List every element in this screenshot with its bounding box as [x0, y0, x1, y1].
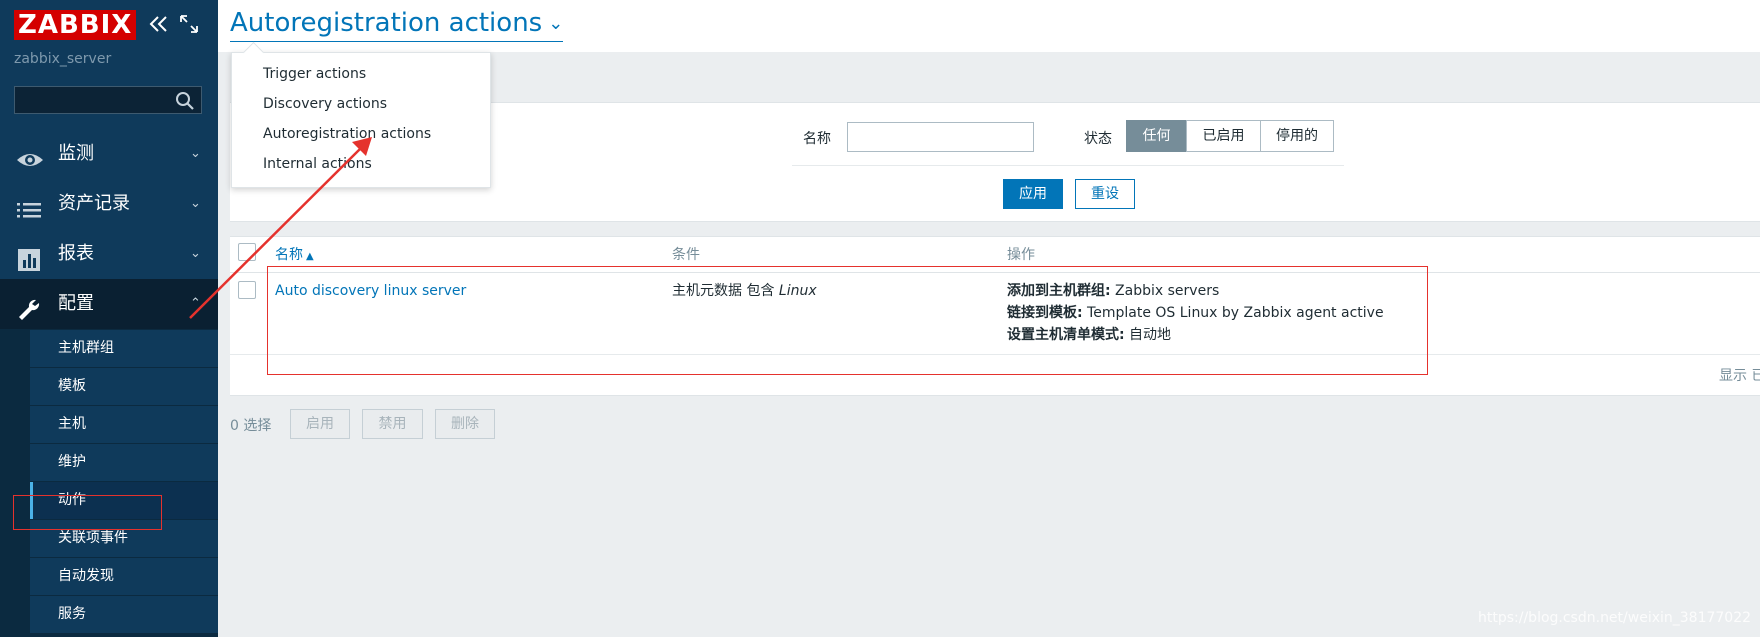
chevron-down-icon[interactable]: ⌄: [548, 9, 563, 39]
wrench-icon: [16, 292, 42, 320]
annotation-box: [267, 266, 1428, 375]
server-name: zabbix_server: [14, 51, 112, 67]
submenu-host-groups[interactable]: 主机群组: [30, 330, 218, 368]
dropdown-item-trigger-actions[interactable]: Trigger actions: [263, 66, 366, 82]
filter-name-label: 名称: [803, 131, 831, 147]
menu-monitoring[interactable]: 监测 ⌄: [0, 129, 218, 179]
column-header-name-label[interactable]: 名称: [275, 247, 303, 263]
bulk-enable-button[interactable]: 启用: [290, 409, 350, 439]
selected-count: 0 选择: [230, 418, 272, 434]
sort-asc-icon: ▲: [306, 251, 314, 262]
status-any-option[interactable]: 任何: [1126, 120, 1187, 152]
zabbix-logo[interactable]: ZABBIX: [14, 10, 137, 40]
dropdown-item-internal-actions[interactable]: Internal actions: [263, 156, 372, 172]
menu-configuration[interactable]: 配置 ⌃: [0, 279, 218, 329]
submenu-services[interactable]: 服务: [30, 596, 218, 634]
annotation-box: [13, 495, 162, 530]
menu-reports-label: 报表: [58, 243, 94, 264]
dropdown-item-discovery-actions[interactable]: Discovery actions: [263, 96, 387, 112]
chevron-up-icon: ⌃: [190, 296, 201, 311]
column-header-name[interactable]: 名称 ▲: [275, 244, 314, 264]
bulk-delete-button[interactable]: 删除: [435, 409, 495, 439]
collapse-sidebar-icon[interactable]: [148, 12, 170, 36]
menu-configuration-label: 配置: [58, 293, 94, 314]
reset-button[interactable]: 重设: [1075, 179, 1135, 209]
filter-status-label: 状态: [1084, 131, 1112, 147]
search-icon[interactable]: [175, 91, 195, 111]
bar-chart-icon: [16, 242, 42, 271]
menu-inventory[interactable]: 资产记录 ⌄: [0, 179, 218, 229]
column-header-conditions: 条件: [672, 247, 700, 263]
filter-name-input[interactable]: [847, 122, 1034, 152]
chevron-down-icon: ⌄: [190, 196, 201, 211]
menu-inventory-label: 资产记录: [58, 193, 130, 214]
submenu-maintenance[interactable]: 维护: [30, 444, 218, 482]
bulk-disable-button[interactable]: 禁用: [362, 409, 423, 439]
chevron-down-icon: ⌄: [190, 246, 201, 261]
sidebar-search-input[interactable]: [14, 86, 202, 114]
dropdown-item-autoregistration-actions[interactable]: Autoregistration actions: [263, 126, 431, 142]
filter-divider: [792, 165, 1344, 166]
kiosk-mode-icon[interactable]: [179, 14, 199, 34]
menu-monitoring-label: 监测: [58, 143, 94, 164]
status-enabled-option[interactable]: 已启用: [1186, 120, 1261, 152]
paging-info: 显示 已: [1719, 368, 1760, 384]
watermark: https://blog.csdn.net/weixin_38177022: [1478, 610, 1752, 626]
list-icon: [16, 192, 42, 218]
menu-reports[interactable]: 报表 ⌄: [0, 229, 218, 279]
row-checkbox[interactable]: [238, 281, 256, 299]
page-title-text[interactable]: Autoregistration actions: [230, 8, 542, 38]
action-type-dropdown: Trigger actions Discovery actions Autore…: [231, 52, 491, 188]
apply-button[interactable]: 应用: [1003, 179, 1063, 209]
configuration-submenu: 主机群组 模板 主机 维护 动作 关联项事件 自动发现 服务: [30, 330, 218, 634]
sidebar: ZABBIX zabbix_server 监测 ⌄ 资产记录 ⌄ 报表 ⌄ 配置…: [0, 0, 218, 637]
chevron-down-icon: ⌄: [190, 146, 201, 161]
status-disabled-option[interactable]: 停用的: [1260, 120, 1334, 152]
submenu-templates[interactable]: 模板: [30, 368, 218, 406]
eye-icon: [16, 142, 43, 166]
submenu-hosts[interactable]: 主机: [30, 406, 218, 444]
submenu-discovery[interactable]: 自动发现: [30, 558, 218, 596]
column-header-operations: 操作: [1007, 247, 1035, 263]
select-all-checkbox[interactable]: [238, 243, 256, 261]
page-title[interactable]: Autoregistration actions ⌄: [230, 8, 564, 42]
